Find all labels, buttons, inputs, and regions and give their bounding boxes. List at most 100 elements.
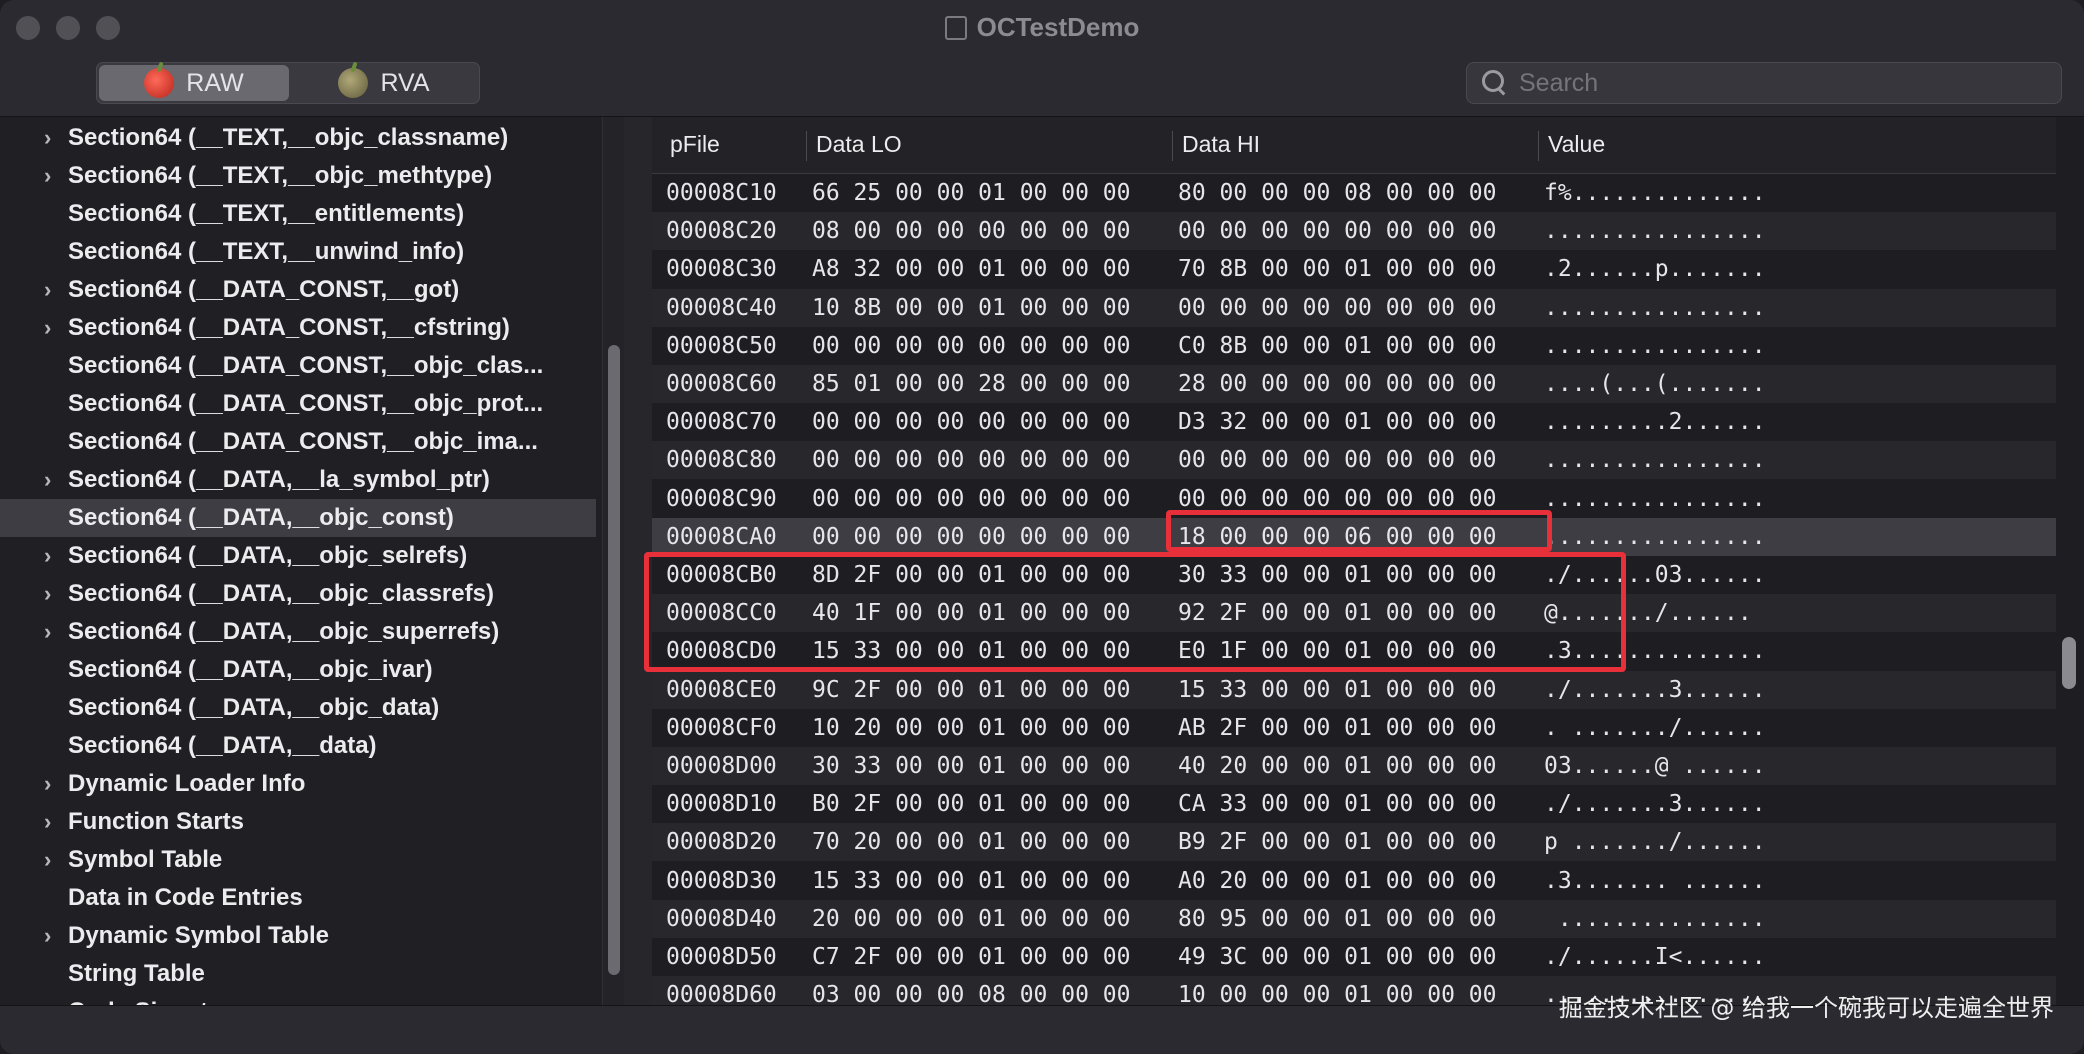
sidebar-tree-item[interactable]: › Section64 (__DATA_CONST,__got): [0, 271, 596, 309]
cell-data-lo: 30 33 00 00 01 00 00 00: [812, 753, 1131, 779]
sidebar-tree-item[interactable]: › Section64 (__DATA,__la_symbol_ptr): [0, 461, 596, 499]
raw-mode-button[interactable]: RAW: [99, 65, 289, 101]
cell-data-lo: 00 00 00 00 00 00 00 00: [812, 485, 1131, 512]
sidebar-tree-item[interactable]: Section64 (__DATA_CONST,__objc_prot...: [0, 385, 596, 423]
cell-pfile: 00008CF0: [666, 714, 777, 741]
sidebar-tree-item-label: Section64 (__DATA,__objc_classrefs): [68, 580, 494, 607]
cell-data-lo: 10 20 00 00 01 00 00 00: [812, 714, 1131, 741]
disclosure-chevron-icon[interactable]: ›: [44, 575, 64, 613]
sidebar-tree-item[interactable]: › Dynamic Symbol Table: [0, 917, 596, 955]
sidebar-tree-item-label: Section64 (__DATA,__objc_ivar): [68, 656, 433, 683]
sidebar-tree-item[interactable]: Code Signature: [0, 993, 596, 1005]
disclosure-chevron-icon[interactable]: ›: [44, 765, 64, 803]
hex-table-row[interactable]: 00008C80 00 00 00 00 00 00 00 00 00 00 00 …: [652, 441, 2056, 480]
sidebar-tree-item[interactable]: › Function Starts: [0, 803, 596, 841]
sidebar-tree-item[interactable]: › Section64 (__DATA,__objc_superrefs): [0, 613, 596, 651]
hex-table-row[interactable]: 00008C60 85 01 00 00 28 00 00 00 28 00 00 …: [652, 365, 2056, 403]
sidebar-tree-item[interactable]: › Dynamic Loader Info: [0, 765, 596, 803]
hex-table-row[interactable]: 00008CF0 10 20 00 00 01 00 00 00 AB 2F 00 …: [652, 709, 2056, 747]
cell-pfile: 00008D40: [666, 905, 777, 932]
sidebar-tree-item[interactable]: Section64 (__DATA,__objc_data): [0, 689, 596, 727]
sidebar-tree-item-label: Section64 (__DATA_CONST,__objc_prot...: [68, 390, 544, 417]
hex-table-row[interactable]: 00008C30 A8 32 00 00 01 00 00 00 70 8B 00 …: [652, 250, 2056, 288]
hex-scroll-thumb[interactable]: [2062, 637, 2076, 689]
disclosure-chevron-icon[interactable]: ›: [44, 803, 64, 841]
column-header-data-hi[interactable]: Data HI: [1182, 131, 1260, 158]
cell-value: ................: [1544, 218, 1766, 245]
sidebar-tree-item[interactable]: › Section64 (__DATA_CONST,__cfstring): [0, 309, 596, 347]
hex-table-row[interactable]: 00008D20 70 20 00 00 01 00 00 00 B9 2F 00 …: [652, 823, 2056, 862]
hex-table-row[interactable]: 00008C50 00 00 00 00 00 00 00 00 C0 8B 00 …: [652, 327, 2056, 365]
sidebar-tree-item-label: Section64 (__DATA,__objc_data): [68, 694, 440, 721]
raw-mode-label: RAW: [186, 68, 244, 97]
cell-value: ................: [1544, 447, 1766, 474]
cell-data-hi: AB 2F 00 00 01 00 00 00: [1178, 714, 1497, 741]
hex-table-row[interactable]: 00008C10 66 25 00 00 01 00 00 00 80 00 00 …: [652, 174, 2056, 212]
hex-table-scrollbar[interactable]: [2056, 117, 2084, 1005]
cell-pfile: 00008C40: [666, 294, 777, 321]
hex-table-row[interactable]: 00008D30 15 33 00 00 01 00 00 00 A0 20 00 …: [652, 862, 2056, 900]
hex-table-row[interactable]: 00008C20 08 00 00 00 00 00 00 00 00 00 00 …: [652, 212, 2056, 251]
sidebar-tree-item[interactable]: Section64 (__DATA,__data): [0, 727, 596, 765]
rva-mode-button[interactable]: RVA: [289, 65, 479, 101]
sidebar-tree-item[interactable]: Data in Code Entries: [0, 879, 596, 917]
cell-data-lo: 20 00 00 00 01 00 00 00: [812, 905, 1131, 932]
cell-value: ./......I<......: [1544, 944, 1766, 970]
sidebar-tree-item[interactable]: Section64 (__DATA_CONST,__objc_ima...: [0, 423, 596, 461]
cell-pfile: 00008D30: [666, 867, 777, 894]
hex-table-row[interactable]: 00008CE0 9C 2F 00 00 01 00 00 00 15 33 00 …: [652, 670, 2056, 709]
sidebar-tree-item[interactable]: › Symbol Table: [0, 841, 596, 879]
disclosure-chevron-icon[interactable]: ›: [44, 841, 64, 879]
sidebar-tree-item[interactable]: › Section64 (__DATA,__objc_selrefs): [0, 537, 596, 575]
toolbar: RAW RVA: [0, 56, 2084, 117]
sidebar-tree-item-label: Data in Code Entries: [68, 884, 303, 911]
column-header-data-lo[interactable]: Data LO: [816, 131, 902, 158]
hex-table-row[interactable]: 00008D10 B0 2F 00 00 01 00 00 00 CA 33 00 …: [652, 785, 2056, 823]
disclosure-chevron-icon[interactable]: ›: [44, 613, 64, 651]
sidebar-tree-item-label: Section64 (__TEXT,__objc_classname): [68, 124, 509, 151]
sidebar-tree-item[interactable]: › Section64 (__DATA,__objc_classrefs): [0, 575, 596, 613]
disclosure-chevron-icon[interactable]: ›: [44, 461, 64, 499]
disclosure-chevron-icon[interactable]: ›: [44, 271, 64, 309]
column-header-value[interactable]: Value: [1548, 131, 1605, 158]
search-input[interactable]: [1517, 67, 2041, 99]
cell-data-lo: 70 20 00 00 01 00 00 00: [812, 829, 1131, 856]
cell-value: ................: [1544, 332, 1766, 359]
sidebar-tree-item-label: Section64 (__DATA,__data): [68, 732, 377, 759]
cell-pfile: 00008C20: [666, 218, 777, 245]
cell-pfile: 00008C70: [666, 409, 777, 436]
hex-table-row[interactable]: 00008D00 30 33 00 00 01 00 00 00 40 20 00 …: [652, 747, 2056, 785]
olive-apple-icon: [338, 68, 369, 98]
cell-data-hi: 00 00 00 00 00 00 00 00: [1178, 218, 1497, 245]
cell-data-lo: 03 00 00 00 08 00 00 00: [812, 982, 1131, 1005]
disclosure-chevron-icon[interactable]: ›: [44, 119, 64, 157]
sidebar-tree-item[interactable]: › Section64 (__TEXT,__objc_classname): [0, 119, 596, 157]
cell-value: .2......p.......: [1544, 256, 1766, 283]
disclosure-chevron-icon[interactable]: ›: [44, 917, 64, 955]
hex-table-row[interactable]: 00008C40 10 8B 00 00 01 00 00 00 00 00 00 …: [652, 288, 2056, 327]
sidebar-tree-item[interactable]: › Section64 (__TEXT,__objc_methtype): [0, 157, 596, 195]
cell-data-lo: 10 8B 00 00 01 00 00 00: [812, 294, 1131, 321]
hex-table-row[interactable]: 00008D50 C7 2F 00 00 01 00 00 00 49 3C 00 …: [652, 938, 2056, 976]
hex-table-row[interactable]: 00008C70 00 00 00 00 00 00 00 00 D3 32 00 …: [652, 403, 2056, 441]
sidebar-tree-item[interactable]: Section64 (__DATA,__objc_const): [0, 499, 596, 537]
sidebar-scrollbar[interactable]: [602, 117, 625, 1005]
sidebar-tree-item[interactable]: Section64 (__TEXT,__entitlements): [0, 195, 596, 233]
sidebar-tree-item[interactable]: Section64 (__TEXT,__unwind_info): [0, 233, 596, 271]
cell-data-lo: 00 00 00 00 00 00 00 00: [812, 409, 1131, 436]
disclosure-chevron-icon[interactable]: ›: [44, 537, 64, 575]
search-field[interactable]: [1466, 62, 2062, 104]
cell-data-hi: B9 2F 00 00 01 00 00 00: [1178, 829, 1497, 856]
disclosure-chevron-icon[interactable]: ›: [44, 309, 64, 347]
column-header-pfile[interactable]: pFile: [670, 131, 720, 158]
hex-table-row[interactable]: 00008D40 20 00 00 00 01 00 00 00 80 95 00 …: [652, 899, 2056, 938]
sidebar-scroll-thumb[interactable]: [608, 345, 620, 975]
sidebar-tree-item[interactable]: Section64 (__DATA_CONST,__objc_clas...: [0, 347, 596, 385]
cell-data-lo: C7 2F 00 00 01 00 00 00: [812, 944, 1131, 970]
disclosure-chevron-icon[interactable]: ›: [44, 157, 64, 195]
cell-value: ................: [1544, 523, 1766, 550]
cell-data-hi: C0 8B 00 00 01 00 00 00: [1178, 332, 1497, 359]
sidebar-tree-item[interactable]: Section64 (__DATA,__objc_ivar): [0, 651, 596, 689]
cell-value: .........2......: [1544, 409, 1766, 436]
sidebar-tree-item[interactable]: String Table: [0, 955, 596, 993]
